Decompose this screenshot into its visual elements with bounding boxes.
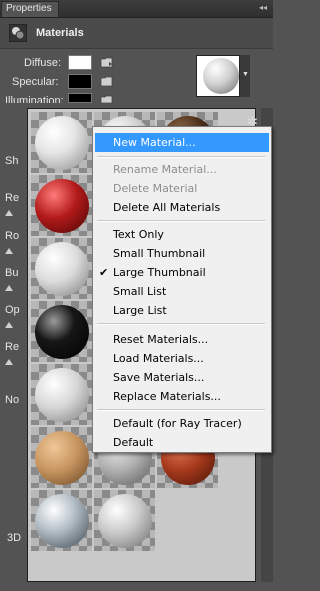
menu-item-small-list[interactable]: Small List (95, 282, 269, 301)
tab-properties-label: Properties (6, 3, 52, 14)
specular-label: Specular: (12, 76, 59, 88)
checkmark-icon: ✔ (99, 266, 109, 279)
bottom-3d-label: 3D (7, 532, 22, 544)
material-thumbnail[interactable] (31, 364, 92, 425)
slider-thumb-icon[interactable] (5, 210, 13, 216)
menu-item-label: Small Thumbnail (113, 247, 206, 260)
menu-item-label: Delete All Materials (113, 201, 221, 214)
side-label-6: Re (5, 341, 20, 353)
section-title: Materials (36, 27, 84, 39)
menu-item-label: Large List (113, 304, 167, 317)
menu-item-label: New Material... (113, 136, 196, 149)
menu-item-reset-materials[interactable]: Reset Materials... (95, 330, 269, 349)
material-thumbnail[interactable] (31, 427, 92, 488)
menu-item-delete-material[interactable]: Delete Material (95, 179, 269, 198)
menu-item-large-thumbnail[interactable]: ✔ Large Thumbnail (95, 263, 269, 282)
materials-icon (9, 24, 27, 42)
diffuse-label: Diffuse: (24, 57, 62, 69)
specular-color-swatch[interactable] (68, 74, 92, 89)
illumination-color-swatch[interactable] (68, 93, 92, 103)
tab-properties[interactable]: Properties (1, 1, 59, 17)
slider-thumb-icon[interactable] (5, 248, 13, 254)
side-label-5: Op (5, 304, 20, 316)
illumination-label: Illumination: (5, 95, 64, 103)
menu-item-replace-materials[interactable]: Replace Materials... (95, 387, 269, 406)
menu-separator (97, 323, 265, 325)
menu-item-default[interactable]: Default (95, 433, 269, 452)
menu-item-label: Load Materials... (113, 352, 204, 365)
menu-item-label: Save Materials... (113, 371, 205, 384)
specular-texture-folder-icon[interactable] (100, 75, 114, 87)
panel-titlebar: Properties ◂◂ (0, 0, 273, 18)
slider-thumb-icon[interactable] (5, 285, 13, 291)
slider-thumb-icon[interactable] (5, 359, 13, 365)
diffuse-color-swatch[interactable] (68, 55, 92, 70)
material-context-menu: New Material... Rename Material... Delet… (92, 126, 272, 453)
menu-item-text-only[interactable]: Text Only (95, 225, 269, 244)
menu-item-label: Default (113, 436, 154, 449)
side-label-7: No (5, 394, 20, 406)
menu-item-save-materials[interactable]: Save Materials... (95, 368, 269, 387)
material-thumbnail[interactable] (94, 490, 155, 551)
menu-item-label: Large Thumbnail (113, 266, 206, 279)
menu-item-small-thumbnail[interactable]: Small Thumbnail (95, 244, 269, 263)
diffuse-texture-folder-icon[interactable] (100, 56, 114, 68)
menu-item-label: Default (for Ray Tracer) (113, 417, 242, 430)
materials-section-header: Materials (0, 18, 273, 49)
material-thumbnail[interactable] (31, 238, 92, 299)
side-label-1: Sh (5, 155, 19, 167)
menu-item-label: Reset Materials... (113, 333, 209, 346)
side-label-4: Bu (5, 267, 19, 279)
preview-dropdown-button[interactable]: ▼ (239, 55, 250, 97)
menu-separator (97, 156, 265, 158)
collapse-panel-icon[interactable]: ◂◂ (259, 3, 269, 13)
menu-item-delete-all-materials[interactable]: Delete All Materials (95, 198, 269, 217)
menu-item-label: Replace Materials... (113, 390, 221, 403)
menu-item-label: Small List (113, 285, 167, 298)
preview-sphere (203, 58, 239, 94)
material-thumbnail[interactable] (31, 112, 92, 173)
menu-item-load-materials[interactable]: Load Materials... (95, 349, 269, 368)
slider-thumb-icon[interactable] (5, 322, 13, 328)
material-thumbnail[interactable] (31, 301, 92, 362)
menu-separator (97, 220, 265, 222)
menu-item-rename-material[interactable]: Rename Material... (95, 160, 269, 179)
menu-item-label: Delete Material (113, 182, 198, 195)
side-label-3: Ro (5, 230, 20, 242)
menu-item-default-ray-tracer[interactable]: Default (for Ray Tracer) (95, 414, 269, 433)
menu-item-label: Rename Material... (113, 163, 217, 176)
menu-separator (97, 409, 265, 411)
material-thumbnail[interactable] (31, 175, 92, 236)
chevron-down-icon: ▼ (242, 71, 249, 78)
menu-item-large-list[interactable]: Large List (95, 301, 269, 320)
illumination-texture-folder-icon[interactable] (100, 94, 114, 103)
material-thumbnail[interactable] (31, 490, 92, 551)
side-label-2: Re (5, 192, 20, 204)
menu-item-new-material[interactable]: New Material... (95, 133, 269, 152)
menu-item-label: Text Only (113, 228, 164, 241)
